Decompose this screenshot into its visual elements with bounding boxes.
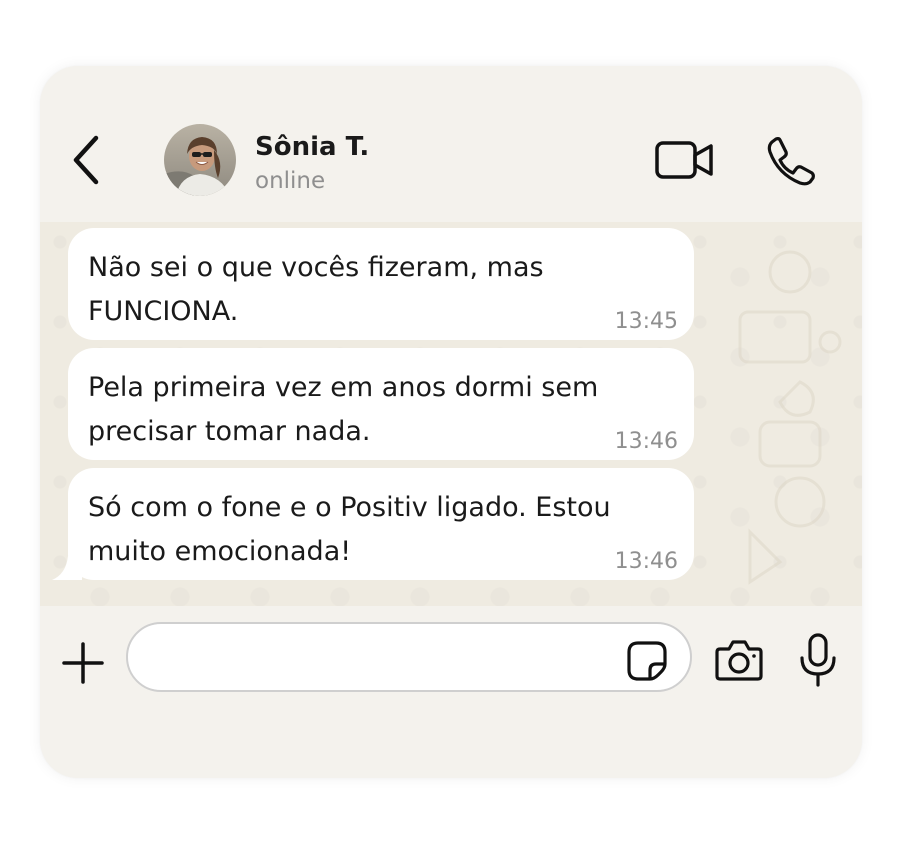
chat-area: Não sei o que vocês fizeram, mas FUNCION…	[40, 222, 862, 606]
microphone-icon	[800, 633, 836, 687]
message-bubble[interactable]: Só com o fone e o Positiv ligado. Estou …	[52, 468, 694, 580]
avatar[interactable]	[164, 124, 236, 196]
back-button[interactable]	[66, 132, 110, 188]
chat-window: Sônia T. online Não sei o que vocês fize…	[40, 66, 862, 778]
microphone-button[interactable]	[798, 632, 838, 688]
message-bubble[interactable]: Não sei o que vocês fizeram, mas FUNCION…	[68, 228, 694, 340]
video-camera-icon	[655, 141, 713, 179]
message-text: Só com o fone e o Positiv ligado. Estou …	[88, 492, 611, 567]
camera-icon	[715, 640, 763, 681]
avatar-photo	[164, 124, 236, 196]
message-time: 13:46	[614, 429, 678, 454]
contact-status: online	[255, 168, 326, 194]
message-text: Não sei o que vocês fizeram, mas FUNCION…	[88, 252, 544, 327]
voice-call-button[interactable]	[766, 136, 816, 186]
message-field[interactable]	[126, 622, 692, 692]
sticker-button[interactable]	[626, 640, 668, 682]
message-bubble[interactable]: Pela primeira vez em anos dormi sem prec…	[68, 348, 694, 460]
bubble-tail	[52, 556, 82, 580]
message-input[interactable]	[150, 636, 614, 680]
contact-name[interactable]: Sônia T.	[255, 132, 369, 162]
wallpaper-doodle	[738, 250, 842, 585]
message-text: Pela primeira vez em anos dormi sem prec…	[88, 372, 599, 447]
phone-icon	[767, 137, 815, 186]
chat-header: Sônia T. online	[40, 66, 862, 222]
sticker-icon	[627, 641, 667, 681]
message-time: 13:45	[614, 309, 678, 334]
input-bar	[40, 606, 862, 778]
add-attachment-button[interactable]	[60, 640, 106, 686]
camera-button[interactable]	[714, 638, 764, 682]
message-time: 13:46	[614, 549, 678, 574]
chevron-left-icon	[73, 135, 99, 185]
plus-icon	[62, 642, 104, 684]
video-call-button[interactable]	[654, 138, 716, 182]
